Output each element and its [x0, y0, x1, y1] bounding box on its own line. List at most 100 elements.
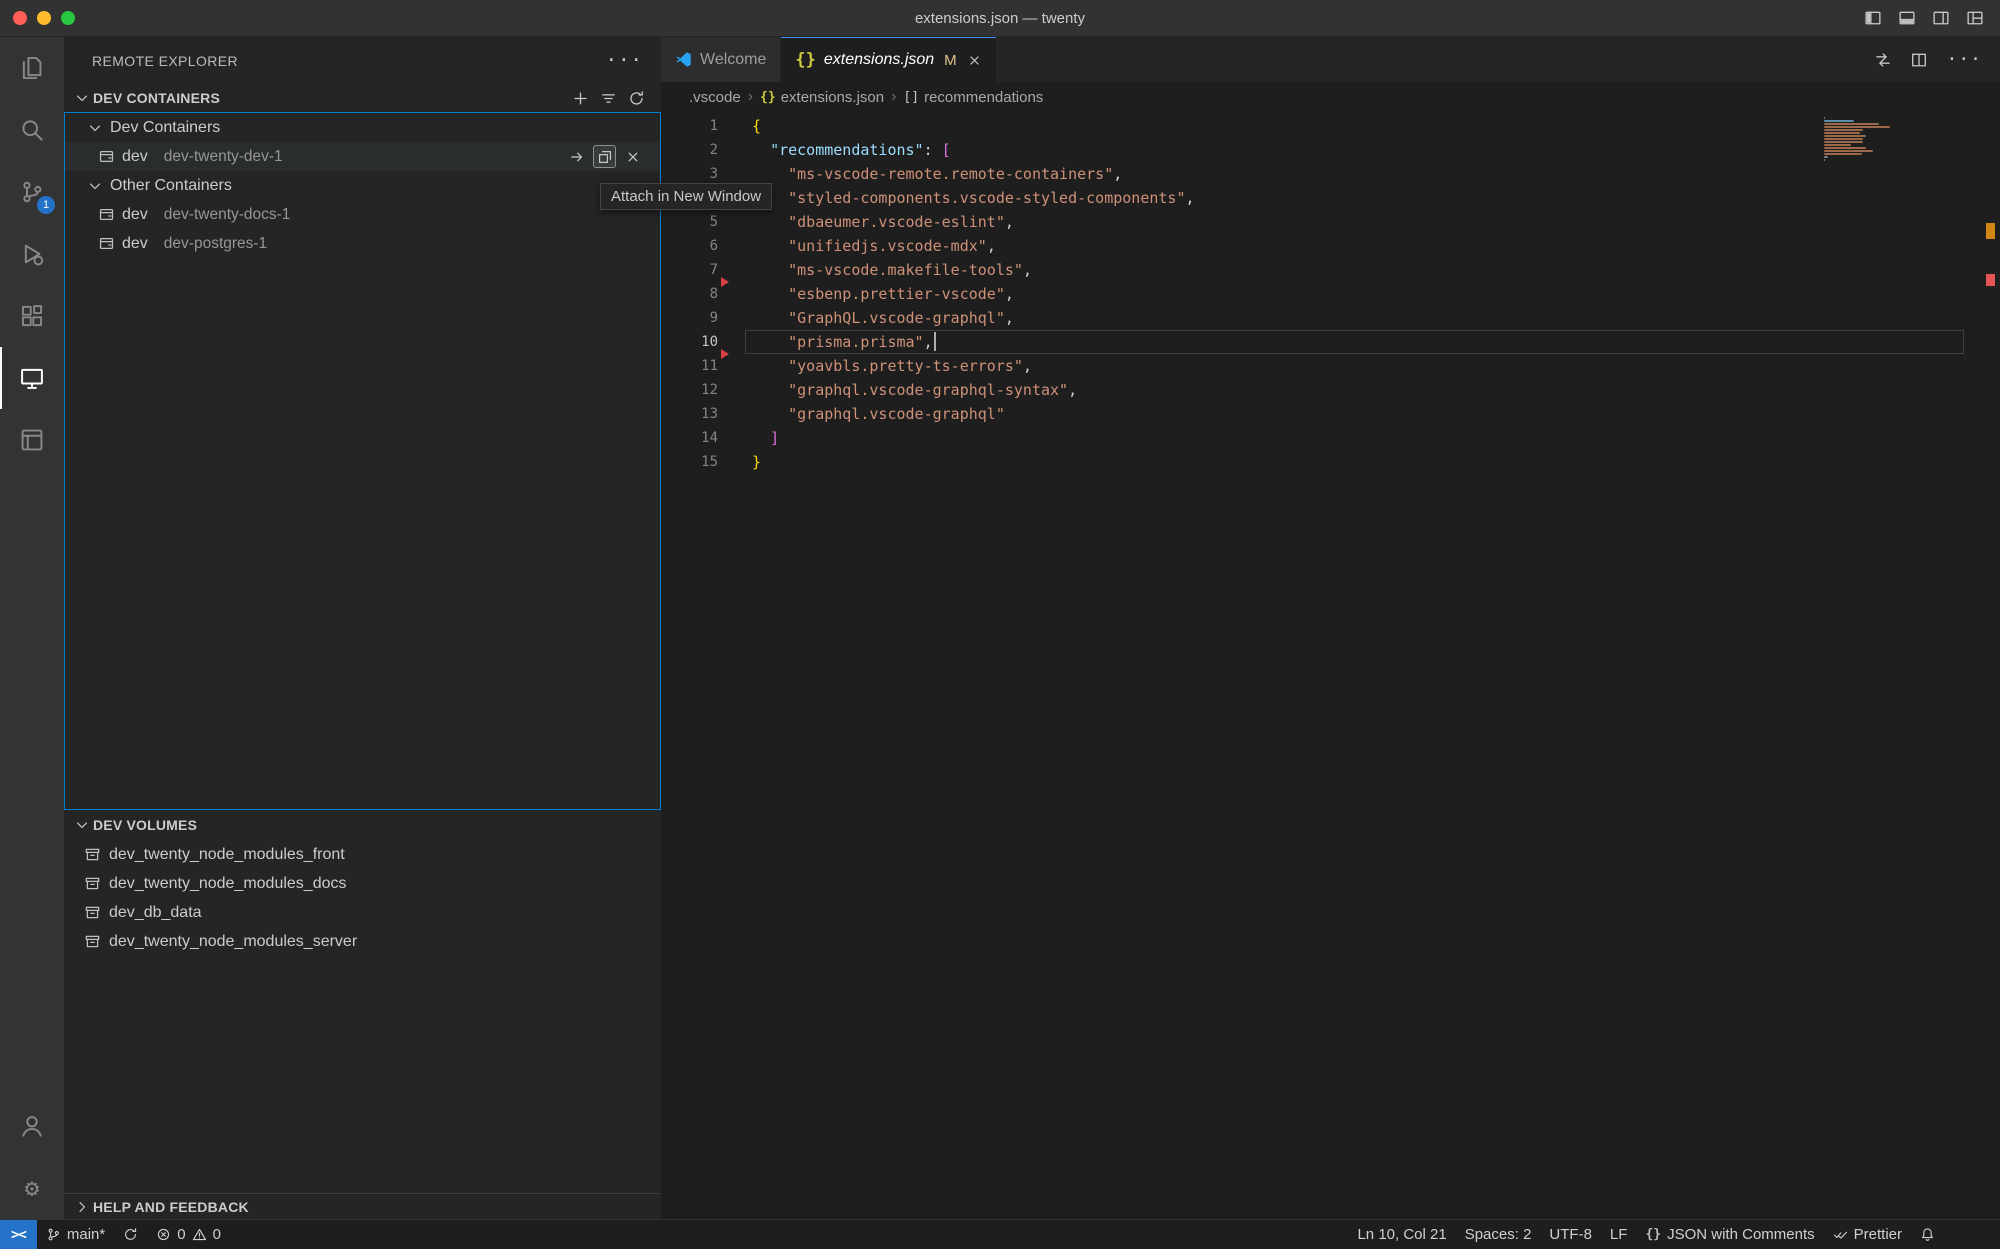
remote-explorer-icon: [19, 365, 45, 391]
breadcrumb-item[interactable]: {}extensions.json: [760, 89, 884, 106]
filter-button[interactable]: [600, 90, 617, 107]
activity-item-containers[interactable]: [0, 409, 64, 471]
status-encoding[interactable]: UTF-8: [1540, 1220, 1601, 1249]
tab-extensions-json[interactable]: {}extensions.jsonM: [781, 37, 995, 82]
volume-icon: [84, 875, 101, 892]
minimap[interactable]: [1824, 117, 1894, 162]
attach-new-window-button[interactable]: [593, 145, 616, 168]
group-label: Dev Containers: [110, 119, 220, 137]
tree-group[interactable]: Dev Containers: [65, 113, 660, 142]
line-text: "dbaeumer.vscode-eslint",: [718, 210, 1014, 234]
status-indentation[interactable]: Spaces: 2: [1456, 1220, 1541, 1249]
activity-bar: 1 ⚙: [0, 37, 64, 1219]
status-sync[interactable]: [114, 1220, 147, 1249]
section-header-dev-containers[interactable]: DEV CONTAINERS: [64, 84, 661, 112]
dev-volumes-list: dev_twenty_node_modules_frontdev_twenty_…: [64, 840, 661, 956]
customize-layout-icon[interactable]: [1966, 9, 1984, 27]
toggle-secondary-sidebar-icon[interactable]: [1932, 9, 1950, 27]
tab-welcome[interactable]: Welcome: [661, 37, 781, 82]
zoom-window-button[interactable]: [61, 11, 75, 25]
minimize-window-button[interactable]: [37, 11, 51, 25]
code-line[interactable]: 15}: [661, 450, 2000, 474]
braces-icon: {}: [1645, 1228, 1661, 1241]
breadcrumb-item[interactable]: []recommendations: [903, 89, 1043, 106]
code-line[interactable]: 10 "prisma.prisma",: [661, 330, 2000, 354]
line-text: "recommendations": [: [718, 138, 951, 162]
more-actions-icon[interactable]: ···: [1946, 51, 1982, 69]
tab-bar: Welcome{}extensions.jsonM ···: [661, 37, 2000, 82]
line-text: "prisma.prisma",: [718, 330, 936, 354]
line-text: "unifiedjs.vscode-mdx",: [718, 234, 996, 258]
volume-item[interactable]: dev_twenty_node_modules_server: [64, 927, 661, 956]
section-header-dev-volumes[interactable]: DEV VOLUMES: [64, 810, 661, 840]
code-line[interactable]: 4 "styled-components.vscode-styled-compo…: [661, 186, 2000, 210]
chevron-down-icon: [74, 817, 90, 833]
section-label: DEV CONTAINERS: [93, 90, 220, 106]
container-item[interactable]: devdev-postgres-1: [65, 229, 660, 258]
activity-item-source-control[interactable]: 1: [0, 161, 64, 223]
volume-icon: [84, 846, 101, 863]
line-text: "ms-vscode-remote.remote-containers",: [718, 162, 1122, 186]
code-line[interactable]: 3 "ms-vscode-remote.remote-containers",: [661, 162, 2000, 186]
close-window-button[interactable]: [13, 11, 27, 25]
status-eol[interactable]: LF: [1601, 1220, 1637, 1249]
code-line[interactable]: 6 "unifiedjs.vscode-mdx",: [661, 234, 2000, 258]
status-language-mode[interactable]: {}JSON with Comments: [1636, 1220, 1823, 1249]
breadcrumb-item[interactable]: .vscode: [689, 89, 741, 106]
code-line[interactable]: 7 "ms-vscode.makefile-tools",: [661, 258, 2000, 282]
overview-ruler-mark: [1986, 274, 1995, 286]
code-line[interactable]: 2 "recommendations": [: [661, 138, 2000, 162]
code-line[interactable]: 5 "dbaeumer.vscode-eslint",: [661, 210, 2000, 234]
open-changes-icon[interactable]: [1874, 51, 1892, 69]
status-cursor-position[interactable]: Ln 10, Col 21: [1348, 1220, 1455, 1249]
more-actions-icon[interactable]: ···: [606, 51, 643, 70]
toggle-panel-icon[interactable]: [1898, 9, 1916, 27]
code-line[interactable]: 8 "esbenp.prettier-vscode",: [661, 282, 2000, 306]
code-line[interactable]: 9 "GraphQL.vscode-graphql",: [661, 306, 2000, 330]
container-item-icon: [98, 148, 115, 165]
volume-item[interactable]: dev_db_data: [64, 898, 661, 927]
container-item[interactable]: devdev-twenty-dev-1: [65, 142, 660, 171]
attach-current-window-button[interactable]: [565, 145, 588, 168]
status-notifications[interactable]: [1911, 1220, 1944, 1249]
refresh-button[interactable]: [628, 90, 645, 107]
remove-button[interactable]: [621, 145, 644, 168]
code-line[interactable]: 11 "yoavbls.pretty-ts-errors",: [661, 354, 2000, 378]
container-item[interactable]: devdev-twenty-docs-1: [65, 200, 660, 229]
tooltip: Attach in New Window: [600, 183, 772, 210]
code-line[interactable]: 14 ]: [661, 426, 2000, 450]
line-text: "styled-components.vscode-styled-compone…: [718, 186, 1195, 210]
activity-item-manage[interactable]: ⚙: [0, 1157, 64, 1219]
volume-icon: [84, 904, 101, 921]
status-label: Ln 10, Col 21: [1357, 1226, 1446, 1243]
split-editor-icon[interactable]: [1910, 51, 1928, 69]
deleted-lines-marker: [721, 349, 729, 359]
status-branch[interactable]: main*: [37, 1220, 114, 1249]
sidebar: REMOTE EXPLORER ··· DEV CONTAINERS Dev C…: [64, 37, 661, 1219]
section-header-help-and-feedback[interactable]: HELP AND FEEDBACK: [64, 1193, 661, 1219]
deleted-lines-marker: [721, 277, 729, 287]
volume-item[interactable]: dev_twenty_node_modules_front: [64, 840, 661, 869]
remote-indicator[interactable]: ><: [0, 1220, 37, 1249]
line-number: 10: [661, 330, 718, 354]
code-line[interactable]: 13 "graphql.vscode-graphql": [661, 402, 2000, 426]
activity-item-remote-explorer[interactable]: [0, 347, 64, 409]
line-number: 1: [661, 114, 718, 138]
activity-item-accounts[interactable]: [0, 1095, 64, 1157]
activity-item-search[interactable]: [0, 99, 64, 161]
code-line[interactable]: 12 "graphql.vscode-graphql-syntax",: [661, 378, 2000, 402]
activity-item-explorer[interactable]: [0, 37, 64, 99]
chevron-right-icon: [74, 1199, 90, 1215]
tree-group[interactable]: Other Containers: [65, 171, 660, 200]
activity-item-extensions[interactable]: [0, 285, 64, 347]
add-button[interactable]: [572, 90, 589, 107]
status-formatter[interactable]: Prettier: [1824, 1220, 1911, 1249]
close-tab-icon[interactable]: [967, 53, 982, 68]
code-line[interactable]: 1{: [661, 114, 2000, 138]
activity-item-run-and-debug[interactable]: [0, 223, 64, 285]
status-problems[interactable]: 00: [147, 1220, 230, 1249]
line-number: 12: [661, 378, 718, 402]
code-editor[interactable]: 1{2 "recommendations": [3 "ms-vscode-rem…: [661, 112, 2000, 1219]
toggle-primary-sidebar-icon[interactable]: [1864, 9, 1882, 27]
volume-item[interactable]: dev_twenty_node_modules_docs: [64, 869, 661, 898]
